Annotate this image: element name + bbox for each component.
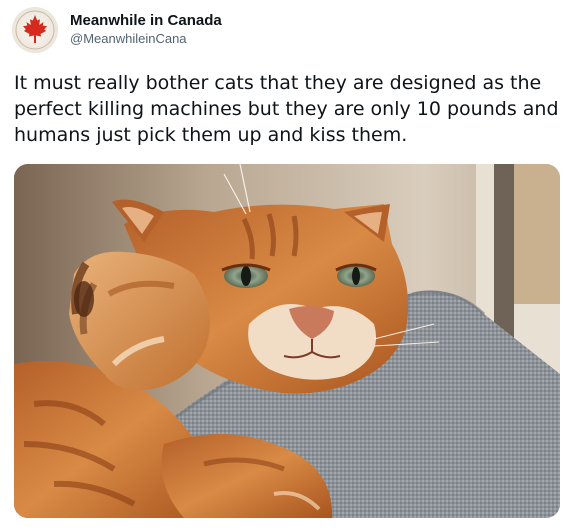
maple-leaf-icon bbox=[12, 7, 58, 53]
post-image[interactable] bbox=[14, 164, 560, 518]
display-name[interactable]: Meanwhile in Canada bbox=[70, 12, 222, 30]
post-text: It must really bother cats that they are… bbox=[14, 72, 559, 146]
author-block: Meanwhile in Canada @MeanwhileinCana bbox=[70, 12, 222, 48]
user-handle[interactable]: @MeanwhileinCana bbox=[70, 30, 222, 48]
cat-photo bbox=[14, 164, 560, 518]
post-header: Meanwhile in Canada @MeanwhileinCana bbox=[12, 7, 222, 53]
avatar[interactable] bbox=[12, 7, 58, 53]
